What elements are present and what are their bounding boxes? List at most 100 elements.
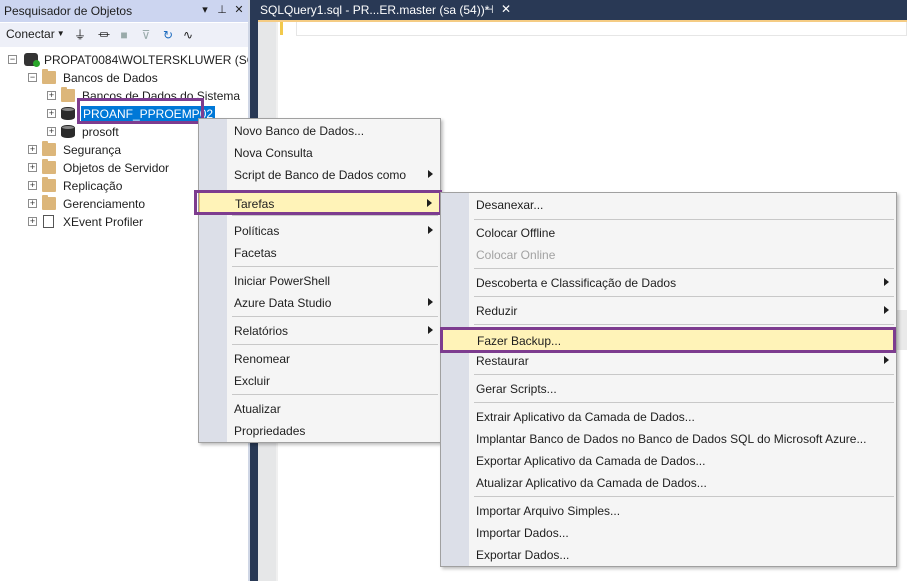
filter-icon[interactable]: ⊽ — [138, 27, 154, 43]
menu-item-start-powershell[interactable]: Iniciar PowerShell — [199, 270, 440, 292]
expand-icon[interactable]: + — [47, 127, 56, 136]
tasks-submenu: Desanexar... Colocar Offline Colocar Onl… — [440, 192, 897, 567]
menu-item-rename[interactable]: Renomear — [199, 348, 440, 370]
tree-node-replication[interactable]: + Replicação — [28, 177, 188, 195]
menu-separator — [474, 324, 894, 325]
submenu-arrow-icon — [428, 170, 433, 178]
selected-database-highlight — [77, 98, 204, 124]
close-icon[interactable]: ✕ — [501, 2, 511, 16]
menu-item-export-data[interactable]: Exportar Dados... — [441, 544, 896, 566]
stop-icon[interactable]: ■ — [116, 27, 132, 43]
collapse-icon[interactable]: − — [28, 73, 37, 82]
backup-highlight — [440, 327, 896, 353]
object-explorer-titlebar: Pesquisador de Objetos ▾ ⊥ ✕ — [0, 0, 250, 22]
menu-item-import-data[interactable]: Importar Dados... — [441, 522, 896, 544]
close-icon[interactable]: ✕ — [232, 3, 246, 17]
menu-separator — [232, 266, 438, 267]
tree-node-server[interactable]: − PROPAT0084\WOLTERSKLUWER (SQL S — [8, 51, 274, 69]
pin-icon[interactable]: ⊥ — [215, 3, 229, 17]
disconnect-icon[interactable]: ⏛ — [96, 27, 112, 43]
dropdown-icon[interactable]: ▾ — [198, 3, 212, 17]
management-label: Gerenciamento — [63, 197, 146, 211]
expand-icon[interactable]: + — [47, 91, 56, 100]
menu-separator — [232, 394, 438, 395]
expand-icon[interactable]: + — [28, 181, 37, 190]
expand-icon[interactable]: + — [28, 199, 37, 208]
server-status-icon — [33, 60, 40, 67]
menu-item-export-dac[interactable]: Exportar Aplicativo da Camada de Dados..… — [441, 450, 896, 472]
submenu-arrow-icon — [884, 306, 889, 314]
menu-separator — [474, 496, 894, 497]
databases-label: Bancos de Dados — [63, 71, 158, 85]
expand-icon[interactable]: + — [28, 145, 37, 154]
menu-item-generate-scripts[interactable]: Gerar Scripts... — [441, 378, 896, 400]
refresh-icon[interactable]: ↻ — [160, 27, 176, 43]
menu-separator — [474, 402, 894, 403]
xevent-label: XEvent Profiler — [63, 215, 144, 229]
menu-item-shrink[interactable]: Reduzir — [441, 300, 896, 322]
database-label: prosoft — [82, 125, 119, 139]
replication-label: Replicação — [63, 179, 123, 193]
menu-item-azure-data-studio[interactable]: Azure Data Studio — [199, 292, 440, 314]
security-label: Segurança — [63, 143, 122, 157]
menu-item-delete[interactable]: Excluir — [199, 370, 440, 392]
menu-separator — [232, 344, 438, 345]
submenu-arrow-icon — [428, 226, 433, 234]
submenu-arrow-icon — [884, 278, 889, 286]
menu-item-import-flat-file[interactable]: Importar Arquivo Simples... — [441, 500, 896, 522]
menu-item-facets[interactable]: Facetas — [199, 242, 440, 264]
submenu-arrow-icon — [884, 356, 889, 364]
server-label: PROPAT0084\WOLTERSKLUWER (SQL S — [44, 53, 274, 67]
menu-item-policies[interactable]: Políticas — [199, 220, 440, 242]
connect-plug-icon[interactable]: ⏚ — [72, 27, 88, 43]
tab-sqlquery[interactable]: SQLQuery1.sql - PR...ER.master (sa (54))… — [256, 0, 516, 21]
menu-item-refresh[interactable]: Atualizar — [199, 398, 440, 420]
menu-item-deploy-azure[interactable]: Implantar Banco de Dados no Banco de Dad… — [441, 428, 896, 450]
database-context-menu: Novo Banco de Dados... Nova Consulta Scr… — [198, 118, 441, 443]
folder-icon — [42, 141, 56, 156]
folder-icon — [42, 159, 56, 174]
tree-node-databases[interactable]: − Bancos de Dados — [28, 69, 248, 87]
activity-monitor-icon[interactable]: ∿ — [180, 27, 196, 43]
submenu-arrow-icon — [428, 298, 433, 306]
editor-scroll-area — [897, 310, 907, 350]
folder-icon — [42, 69, 56, 84]
submenu-arrow-icon — [428, 326, 433, 334]
tree-node-server-objects[interactable]: + Objetos de Servidor — [28, 159, 198, 177]
xevent-icon — [43, 215, 54, 228]
menu-separator — [474, 374, 894, 375]
folder-icon — [42, 177, 56, 192]
menu-item-restore[interactable]: Restaurar — [441, 350, 896, 372]
current-line-highlight — [296, 22, 907, 36]
menu-item-upgrade-dac[interactable]: Atualizar Aplicativo da Camada de Dados.… — [441, 472, 896, 494]
tree-node-security[interactable]: + Segurança — [28, 141, 188, 159]
tasks-highlight — [194, 190, 442, 215]
tree-node-database[interactable]: + prosoft — [47, 123, 207, 141]
tree-node-xevent-profiler[interactable]: + XEvent Profiler — [28, 213, 188, 231]
collapse-icon[interactable]: − — [8, 55, 17, 64]
expand-icon[interactable]: + — [28, 163, 37, 172]
menu-item-detach[interactable]: Desanexar... — [441, 194, 896, 216]
server-objects-label: Objetos de Servidor — [63, 161, 170, 175]
menu-item-script-database-as[interactable]: Script de Banco de Dados como — [199, 164, 440, 186]
menu-item-extract-dac[interactable]: Extrair Aplicativo da Camada de Dados... — [441, 406, 896, 428]
menu-item-new-query[interactable]: Nova Consulta — [199, 142, 440, 164]
object-explorer-title: Pesquisador de Objetos — [4, 4, 133, 18]
menu-item-reports[interactable]: Relatórios — [199, 320, 440, 342]
database-icon — [61, 125, 75, 138]
connect-button[interactable]: Conectar ▼ — [6, 27, 65, 41]
menu-item-data-discovery[interactable]: Descoberta e Classificação de Dados — [441, 272, 896, 294]
menu-item-take-offline[interactable]: Colocar Offline — [441, 222, 896, 244]
expand-icon[interactable]: + — [28, 217, 37, 226]
tree-node-management[interactable]: + Gerenciamento — [28, 195, 188, 213]
menu-separator — [232, 215, 438, 216]
pin-icon[interactable]: ⊣ — [484, 3, 494, 16]
menu-item-bring-online[interactable]: Colocar Online — [441, 244, 896, 266]
menu-separator — [474, 296, 894, 297]
change-marker — [280, 22, 283, 35]
menu-item-new-database[interactable]: Novo Banco de Dados... — [199, 120, 440, 142]
expand-icon[interactable]: + — [47, 109, 56, 118]
folder-icon — [42, 195, 56, 210]
object-explorer-toolbar: Conectar ▼ ⏚ ⏛ ■ ⊽ ↻ ∿ — [0, 23, 250, 47]
menu-item-properties[interactable]: Propriedades — [199, 420, 440, 442]
